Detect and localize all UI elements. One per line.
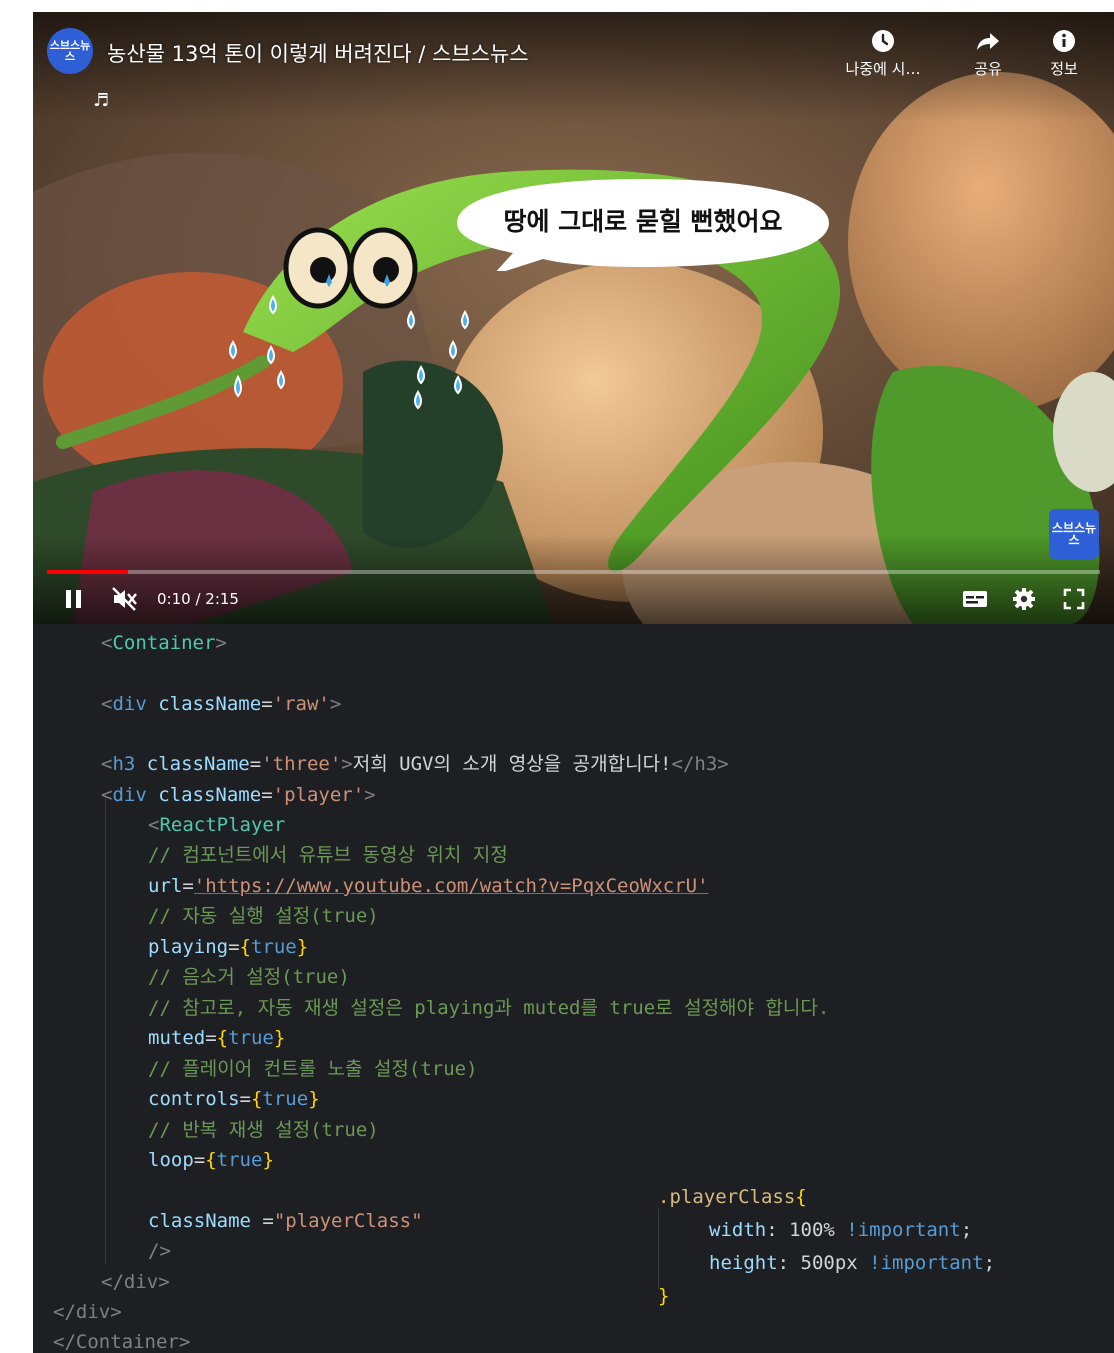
code-line: <Container> [101, 632, 227, 654]
code-line: className ="playerClass" [148, 1210, 423, 1232]
info-button[interactable]: 정보 [1019, 28, 1109, 79]
progress-bar[interactable] [47, 570, 1100, 574]
css-line: .playerClass{ [658, 1186, 807, 1208]
time-display: 0:10 / 2:15 [157, 590, 239, 608]
code-editor[interactable]: <Container> <div className='raw'> <h3 cl… [33, 624, 1114, 1353]
share-icon [977, 33, 999, 50]
code-comment: // 반복 재생 설정(true) [148, 1119, 379, 1141]
css-line: height: 500px !important; [709, 1252, 996, 1274]
code-comment: // 자동 실행 설정(true) [148, 905, 379, 927]
css-line: } [658, 1285, 670, 1307]
code-line: controls={true} [148, 1088, 320, 1110]
mute-button[interactable] [111, 586, 139, 616]
code-comment: // 컴포넌트에서 유튜브 동영상 위치 지정 [148, 844, 508, 866]
css-line: width: 100% !important; [709, 1219, 973, 1241]
code-comment: // 참고로, 자동 재생 설정은 playing과 muted를 true로 … [148, 997, 830, 1019]
control-bar: 0:10 / 2:15 [33, 580, 1114, 620]
video-title[interactable]: 농산물 13억 톤이 이렇게 버려진다 / 스브스뉴스 [107, 38, 529, 68]
speech-bubble-text: 땅에 그대로 묻힐 뻔했어요 [503, 207, 783, 236]
code-line: </div> [53, 1301, 122, 1323]
indent-guide [105, 794, 106, 1264]
fullscreen-icon [1063, 588, 1085, 610]
channel-logo-text: 스브스뉴스 [49, 39, 91, 63]
muted-speaker-icon [112, 587, 137, 611]
pause-button[interactable] [61, 586, 87, 616]
subtitles-icon [963, 591, 987, 607]
code-line: <div className='raw'> [101, 693, 342, 715]
settings-button[interactable] [1011, 586, 1037, 616]
code-line: loop={true} [148, 1149, 274, 1171]
code-line: <div className='player'> [101, 784, 376, 806]
indent-guide [658, 1209, 659, 1289]
code-line: url='https://www.youtube.com/watch?v=Pqx… [148, 875, 709, 897]
code-comment: // 플레이어 컨트롤 노출 설정(true) [148, 1058, 478, 1080]
code-line: <ReactPlayer [148, 814, 286, 836]
code-line: muted={true} [148, 1027, 286, 1049]
code-line: playing={true} [148, 936, 309, 958]
progress-fill [47, 570, 129, 574]
code-line: </div> [101, 1271, 170, 1293]
gear-icon [1013, 588, 1035, 610]
info-icon [1053, 30, 1075, 52]
clock-icon [872, 30, 894, 52]
code-comment: // 음소거 설정(true) [148, 966, 350, 988]
pause-icon [66, 590, 81, 608]
video-player[interactable]: 땅에 그대로 묻힐 뻔했어요 스브스뉴스 농산물 13억 톤이 이렇게 버려진다… [33, 12, 1114, 624]
watch-later-button[interactable]: 나중에 시… [838, 28, 928, 79]
watermark-text: 스브스뉴스 [1051, 521, 1097, 547]
watch-later-label: 나중에 시… [845, 60, 921, 78]
code-line: /> [148, 1240, 171, 1262]
music-note-icon: ♬ [93, 90, 110, 111]
info-label: 정보 [1050, 60, 1078, 78]
code-line: </Container> [53, 1331, 191, 1353]
subtitles-button[interactable] [961, 586, 989, 616]
code-line: <h3 className='three'>저희 UGV의 소개 영상을 공개합… [101, 753, 729, 775]
channel-watermark[interactable]: 스브스뉴스 [1049, 509, 1099, 559]
channel-avatar[interactable]: 스브스뉴스 [47, 28, 93, 74]
fullscreen-button[interactable] [1061, 586, 1087, 616]
